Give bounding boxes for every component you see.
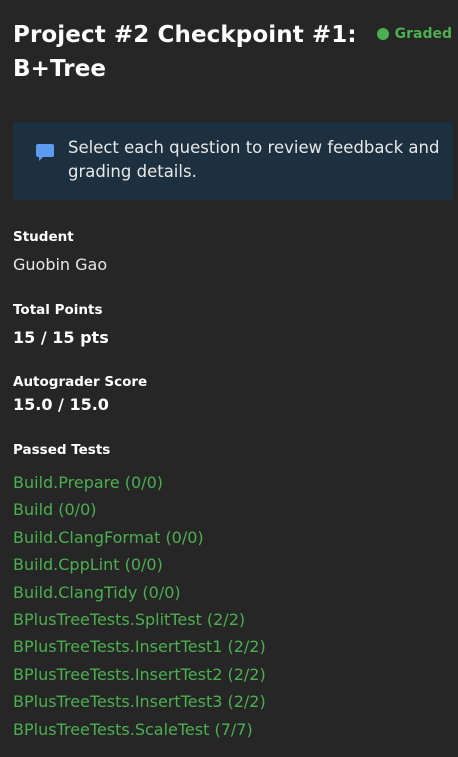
passed-tests-label: Passed Tests [13,442,111,458]
test-item[interactable]: BPlusTreeTests.InsertTest3 (2/2) [13,688,266,715]
status-dot-icon [376,28,389,40]
autograder-label: Autograder Score [13,374,148,390]
test-item[interactable]: Build.ClangFormat (0/0) [13,524,266,551]
status-badge: Graded [376,26,452,42]
test-item[interactable]: BPlusTreeTests.ScaleTest (7/7) [13,716,266,743]
student-name: Guobin Gao [13,255,108,274]
total-points-label: Total Points [13,302,103,318]
page-title: Project #2 Checkpoint #1: B+Tree [13,22,357,82]
test-item[interactable]: Build (0/0) [13,496,266,523]
test-item[interactable]: BPlusTreeTests.InsertTest1 (2/2) [13,633,266,660]
status-label: Graded [394,26,452,42]
test-item[interactable]: Build.ClangTidy (0/0) [13,579,266,606]
test-item[interactable]: Build.Prepare (0/0) [13,469,266,496]
autograder-section: Autograder Score 15.0 / 15.0 [13,373,147,416]
test-item[interactable]: BPlusTreeTests.InsertTest2 (2/2) [13,661,266,688]
test-item[interactable]: BPlusTreeTests.SplitTest (2/2) [13,606,266,633]
page-header: Project #2 Checkpoint #1: B+Tree Graded [13,18,458,86]
total-points-value: 15 / 15 pts [13,328,109,347]
student-section: Student Guobin Gao [13,228,107,276]
info-banner: Select each question to review feedback … [13,122,453,200]
passed-tests-list: Build.Prepare (0/0) Build (0/0) Build.Cl… [13,469,266,743]
autograder-value: 15.0 / 15.0 [13,395,109,414]
test-item[interactable]: Build.CppLint (0/0) [13,551,266,578]
student-label: Student [13,229,74,245]
passed-tests-section: Passed Tests Build.Prepare (0/0) Build (… [13,441,266,743]
comment-icon [35,142,55,162]
info-text: Select each question to review feedback … [68,138,440,181]
total-points-section: Total Points 15 / 15 pts [13,301,109,349]
